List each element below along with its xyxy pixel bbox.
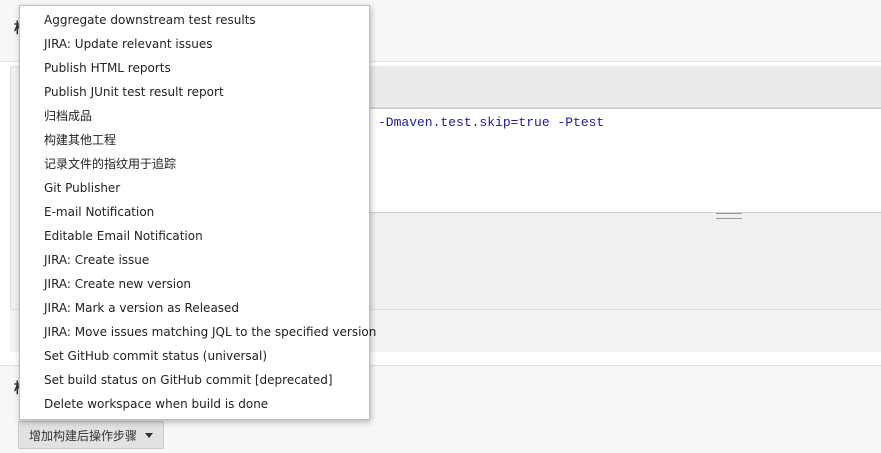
jenkins-config-page: 构 -Dmaven.test.skip=true -Ptest 构 增加构建后操… — [0, 0, 881, 453]
add-post-build-step-label: 增加构建后操作步骤 — [29, 428, 138, 443]
menu-item[interactable]: JIRA: Create new version — [20, 272, 369, 296]
menu-item[interactable]: 记录文件的指纹用于追踪 — [20, 152, 369, 176]
menu-item[interactable]: 归档成品 — [20, 104, 369, 128]
menu-item[interactable]: JIRA: Update relevant issues — [20, 32, 369, 56]
menu-item[interactable]: Delete workspace when build is done — [20, 392, 369, 416]
goals-text: -Dmaven.test.skip=true -Ptest — [378, 115, 605, 130]
menu-item[interactable]: E-mail Notification — [20, 200, 369, 224]
menu-item[interactable]: 构建其他工程 — [20, 128, 369, 152]
menu-item[interactable]: Editable Email Notification — [20, 224, 369, 248]
goals-textarea[interactable]: -Dmaven.test.skip=true -Ptest — [360, 108, 881, 213]
add-post-build-step-button[interactable]: 增加构建后操作步骤 — [18, 421, 165, 449]
menu-item[interactable]: JIRA: Move issues matching JQL to the sp… — [20, 320, 376, 344]
menu-item[interactable]: Set build status on GitHub commit [depre… — [20, 368, 369, 392]
menu-item[interactable]: Aggregate downstream test results — [20, 8, 369, 32]
build-step-toolbar — [360, 66, 881, 108]
post-build-action-menu: Aggregate downstream test results JIRA: U… — [19, 5, 376, 420]
menu-item[interactable]: Git Publisher — [20, 176, 369, 200]
menu-item[interactable]: Publish JUnit test result report — [20, 80, 369, 104]
build-step-options — [360, 220, 881, 310]
menu-item[interactable]: Set GitHub commit status (universal) — [20, 344, 369, 368]
caret-down-icon — [145, 432, 154, 438]
menu-item[interactable]: JIRA: Create issue — [20, 248, 369, 272]
menu-item[interactable]: JIRA: Mark a version as Released — [20, 296, 369, 320]
textarea-resize-handle[interactable] — [716, 213, 742, 219]
menu-item[interactable]: Publish HTML reports — [20, 56, 369, 80]
